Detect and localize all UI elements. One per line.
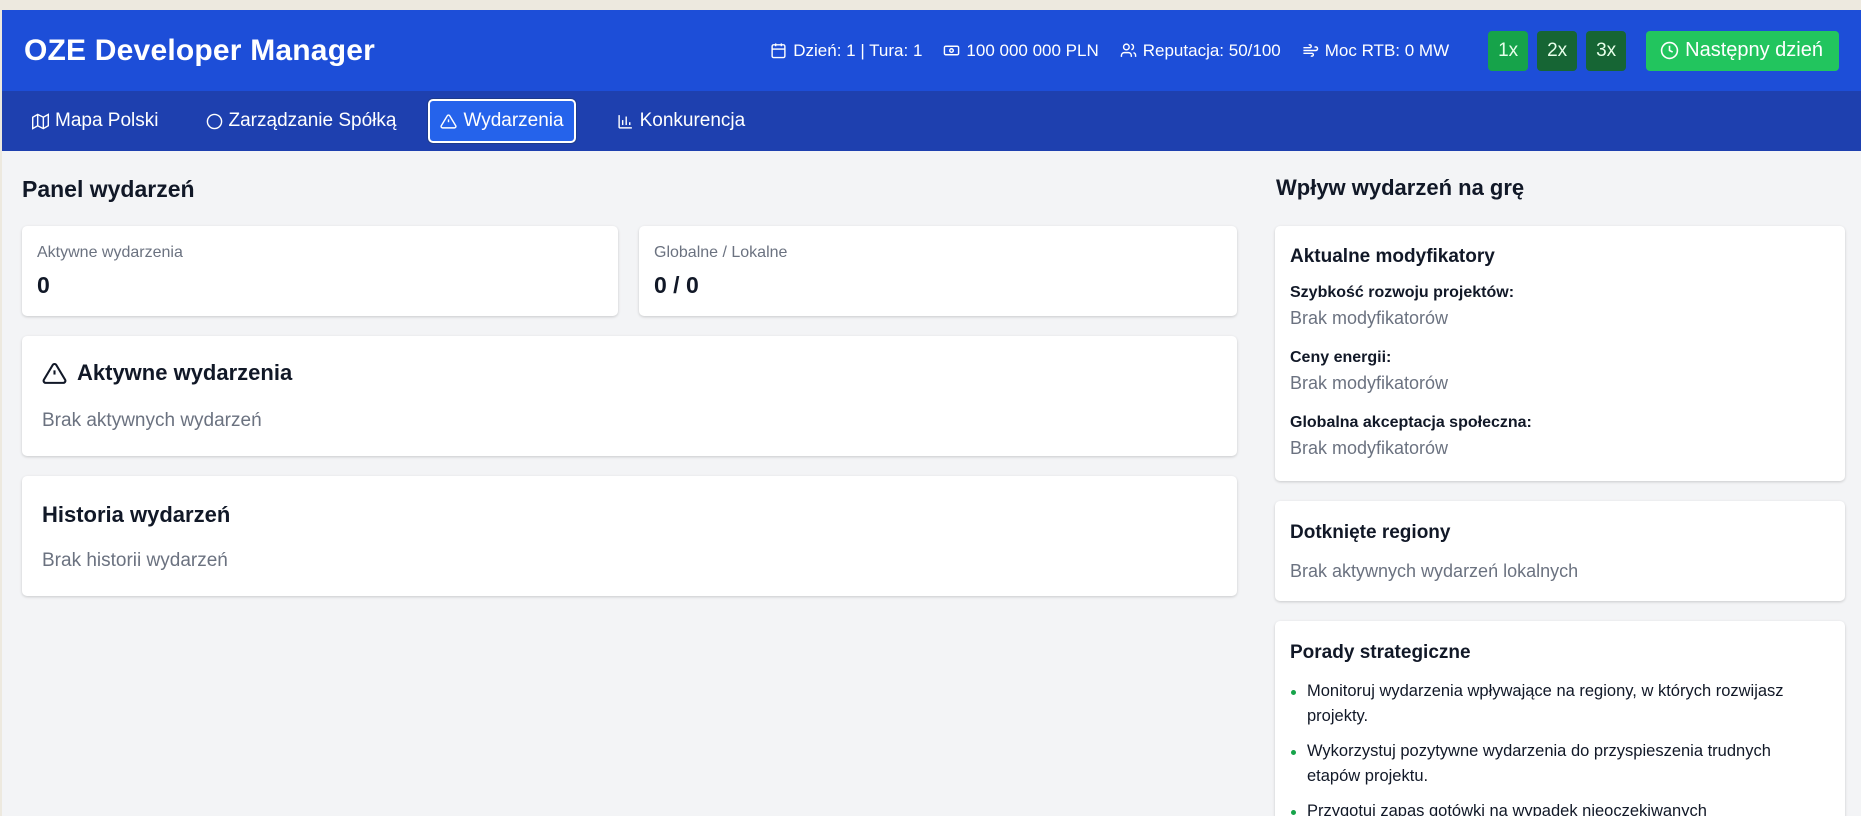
stat-card-global-local: Globalne / Lokalne 0 / 0 <box>639 226 1237 316</box>
tab-label: Mapa Polski <box>55 110 159 131</box>
money-icon <box>944 45 960 56</box>
circle-icon <box>206 113 222 129</box>
reputation-stat: Reputacja: 50/100 <box>1120 41 1281 61</box>
main-nav: Mapa Polski Zarządzanie Spółką Wydarzeni… <box>2 91 1861 151</box>
day-turn-text: Dzień: 1 | Tura: 1 <box>793 40 923 60</box>
next-day-button[interactable]: Następny dzień <box>1646 30 1839 71</box>
speed-controls: 1x 2x 3x <box>1488 30 1627 71</box>
tab-label: Konkurencja <box>639 110 746 131</box>
tip-item: Wykorzystuj pozytywne wydarzenia do przy… <box>1290 739 1820 789</box>
speed-2x-button[interactable]: 2x <box>1537 30 1578 71</box>
active-events-empty: Brak aktywnych wydarzeń <box>42 410 262 431</box>
active-events-card: Aktywne wydarzenia Brak aktywnych wydarz… <box>22 336 1237 456</box>
modifier-value: Brak modyfikatorów <box>1290 373 1449 393</box>
history-card: Historia wydarzeń Brak historii wydarzeń <box>22 476 1237 596</box>
modifier-label: Ceny energii: <box>1290 349 1392 366</box>
cash-text: 100 000 000 PLN <box>966 40 1099 60</box>
regions-title: Dotknięte regiony <box>1290 522 1451 543</box>
tab-label: Wydarzenia <box>463 110 564 131</box>
tips-list: Monitoruj wydarzenia wpływające na regio… <box>1290 679 1820 816</box>
speed-3x-button[interactable]: 3x <box>1586 30 1627 71</box>
app-title: OZE Developer Manager <box>24 33 375 67</box>
alert-triangle-icon <box>42 362 67 384</box>
regions-empty: Brak aktywnych wydarzeń lokalnych <box>1290 561 1579 581</box>
modifiers-title: Aktualne modyfikatory <box>1290 246 1495 267</box>
active-events-title: Aktywne wydarzenia <box>77 360 293 385</box>
stat-card-active: Aktywne wydarzenia 0 <box>22 226 618 316</box>
modifier-value: Brak modyfikatorów <box>1290 438 1449 458</box>
history-empty: Brak historii wydarzeń <box>42 550 228 571</box>
tab-wydarzenia[interactable]: Wydarzenia <box>428 99 576 143</box>
stat-value: 0 <box>37 272 50 298</box>
impact-title: Wpływ wydarzeń na grę <box>1276 175 1525 200</box>
history-title: Historia wydarzeń <box>42 502 231 527</box>
wind-icon <box>1303 44 1318 57</box>
status-bar: Dzień: 1 | Tura: 1 100 000 000 PLN Reput… <box>770 41 1449 61</box>
tip-item: Monitoruj wydarzenia wpływające na regio… <box>1290 679 1820 729</box>
tip-item: Przygotuj zapas gotówki na wypadek nieoc… <box>1290 799 1820 816</box>
tab-label: Zarządzanie Spółką <box>228 110 397 131</box>
speed-1x-button[interactable]: 1x <box>1488 30 1529 71</box>
stat-label: Aktywne wydarzenia <box>37 244 183 261</box>
active-events-heading: Aktywne wydarzenia <box>42 360 292 386</box>
map-icon <box>32 112 49 130</box>
regions-card: Dotknięte regiony Brak aktywnych wydarze… <box>1275 501 1845 601</box>
calendar-icon <box>771 43 786 59</box>
tab-zarzadzanie-spolka[interactable]: Zarządzanie Spółką <box>195 99 408 143</box>
tips-card: Porady strategiczne Monitoruj wydarzenia… <box>1275 621 1845 816</box>
cash-stat: 100 000 000 PLN <box>943 40 1099 61</box>
stat-value: 0 / 0 <box>654 272 699 298</box>
tips-title: Porady strategiczne <box>1290 642 1471 663</box>
reputation-text: Reputacja: 50/100 <box>1142 40 1281 60</box>
bar-chart-icon <box>618 114 632 129</box>
events-panel-title: Panel wydarzeń <box>22 176 195 202</box>
stat-label: Globalne / Lokalne <box>654 244 788 261</box>
next-day-label: Następny dzień <box>1685 39 1823 61</box>
alert-triangle-icon <box>440 113 458 129</box>
power-stat: Moc RTB: 0 MW <box>1302 41 1449 61</box>
tab-mapa-polski[interactable]: Mapa Polski <box>21 99 170 143</box>
power-text: Moc RTB: 0 MW <box>1324 40 1450 60</box>
users-icon <box>1120 43 1137 57</box>
modifier-label: Globalna akceptacja społeczna: <box>1290 414 1532 431</box>
modifiers-card: Aktualne modyfikatory Szybkość rozwoju p… <box>1275 226 1845 481</box>
clock-icon <box>1660 41 1679 60</box>
modifier-label: Szybkość rozwoju projektów: <box>1290 284 1515 301</box>
top-header: OZE Developer Manager Dzień: 1 | Tura: 1… <box>2 10 1861 91</box>
app-window: OZE Developer Manager Dzień: 1 | Tura: 1… <box>2 10 1861 816</box>
tab-konkurencja[interactable]: Konkurencja <box>606 99 757 143</box>
modifier-value: Brak modyfikatorów <box>1290 308 1449 328</box>
day-turn-stat: Dzień: 1 | Tura: 1 <box>770 41 922 61</box>
